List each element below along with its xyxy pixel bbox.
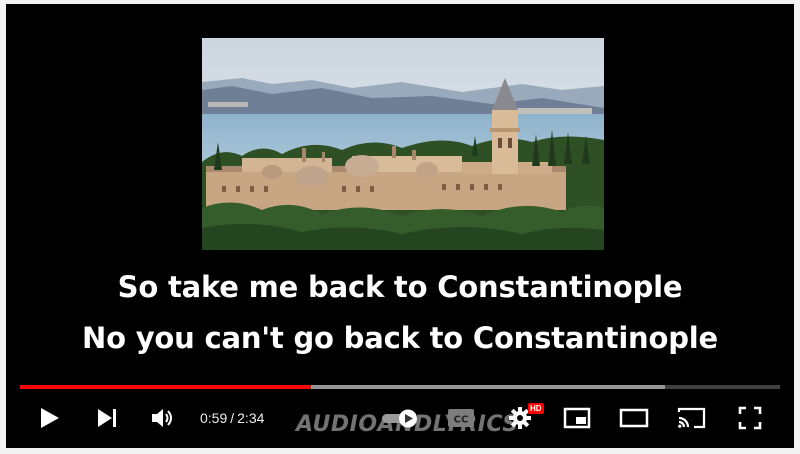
cast-button[interactable] (676, 402, 708, 434)
fullscreen-button[interactable] (736, 402, 764, 434)
time-separator: / (230, 410, 235, 426)
fullscreen-icon (738, 406, 762, 430)
cast-icon (677, 406, 707, 430)
progress-played (20, 385, 312, 389)
current-time: 0:59 (200, 410, 228, 426)
svg-text:CC: CC (454, 415, 469, 426)
volume-icon (151, 407, 177, 429)
subtitle-line-1: So take me back to Constantinople (117, 270, 683, 304)
autoplay-toggle-icon (380, 407, 420, 429)
theater-mode-icon (619, 408, 649, 428)
duration: 2:34 (237, 410, 265, 426)
play-button[interactable] (36, 402, 64, 434)
autoplay-toggle[interactable] (378, 402, 422, 434)
subtitle-line-2: No you can't go back to Constantinople (82, 321, 718, 355)
next-icon (96, 408, 118, 428)
next-button[interactable] (94, 402, 120, 434)
progress-bar[interactable] (20, 385, 780, 389)
play-icon (40, 407, 60, 429)
captions-icon: CC (447, 407, 475, 429)
control-bar: 0:59/2:34 AUDIOANDLYRICS CC (6, 394, 794, 444)
hd-badge: HD (528, 403, 544, 414)
miniplayer-icon (563, 407, 591, 429)
miniplayer-button[interactable] (562, 402, 592, 434)
captions-button[interactable]: CC (446, 402, 476, 434)
time-display: 0:59/2:34 (200, 410, 264, 426)
volume-button[interactable] (150, 402, 178, 434)
video-frame-topkapi-palace (202, 38, 604, 250)
video-player[interactable]: So take me back to Constantinople No you… (6, 4, 794, 448)
theater-mode-button[interactable] (618, 402, 650, 434)
